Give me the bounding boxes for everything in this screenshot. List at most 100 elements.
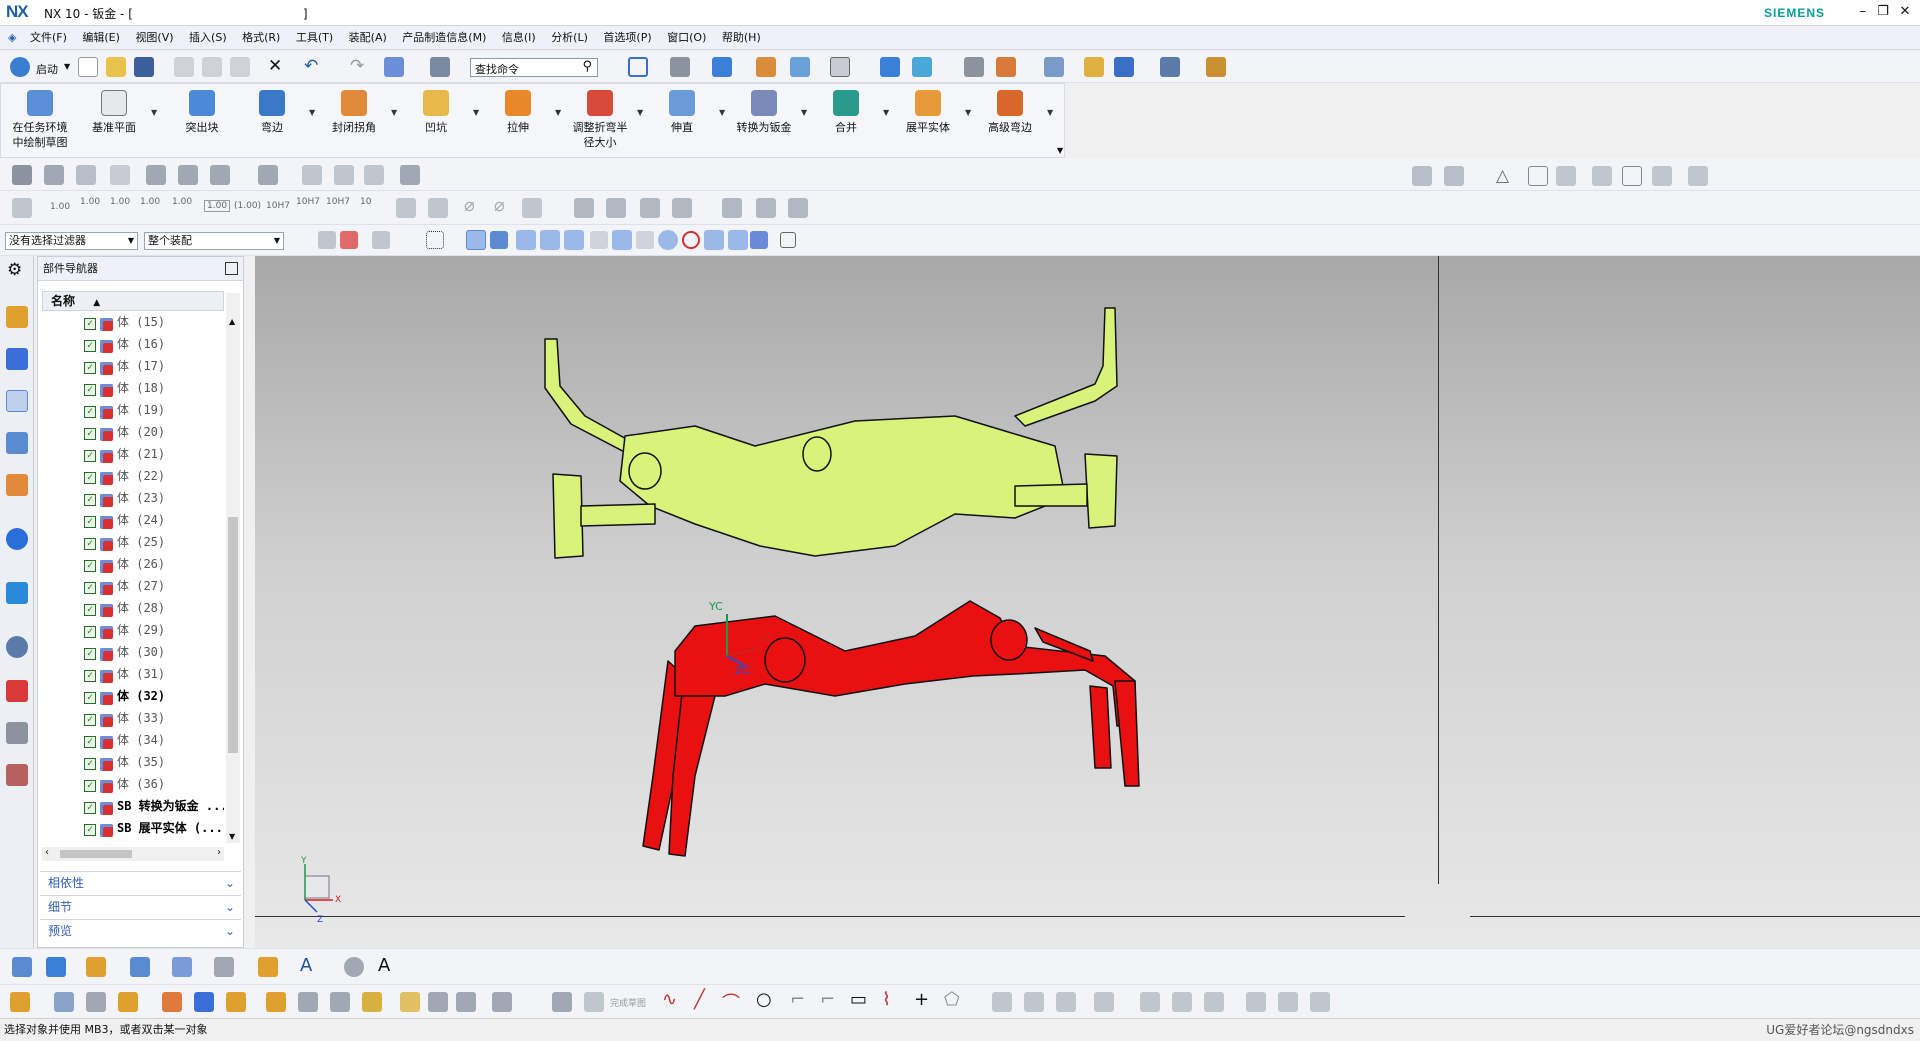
dim-style-icon[interactable]	[12, 198, 32, 218]
snap-poly-icon[interactable]	[612, 230, 632, 250]
extrude-button[interactable]: 拉伸	[483, 90, 553, 156]
line-icon[interactable]: ╱	[694, 989, 705, 1010]
fit-view-icon[interactable]	[628, 57, 648, 77]
add-select-icon[interactable]	[340, 231, 358, 249]
process-studio-icon[interactable]	[6, 722, 28, 744]
list-item[interactable]: ✓ 体 (19)	[42, 401, 224, 423]
clock-icon[interactable]	[6, 636, 28, 658]
advanced-dropdown-icon[interactable]: ▼	[1047, 108, 1053, 117]
cursor-icon[interactable]	[372, 231, 390, 249]
sketch-in-task-button[interactable]: 在任务环境 中绘制草图	[5, 90, 75, 156]
maximize-panel-icon[interactable]	[225, 262, 238, 275]
sketch-tool-icon[interactable]	[10, 992, 30, 1012]
list-item[interactable]: ✓ 体 (15)	[42, 313, 224, 335]
snap-point-icon[interactable]	[750, 231, 768, 249]
constraint-navigator-icon[interactable]	[6, 348, 28, 370]
array-icon[interactable]	[330, 992, 350, 1012]
visibility-checkbox[interactable]: ✓	[84, 648, 96, 660]
scroll-up-icon[interactable]: ▲	[229, 317, 235, 326]
list-item[interactable]: ✓ 体 (33)	[42, 709, 224, 731]
visibility-checkbox[interactable]: ✓	[84, 670, 96, 682]
auto-dimension-icon[interactable]	[1140, 992, 1160, 1012]
visibility-checkbox[interactable]: ✓	[84, 802, 96, 814]
start-dropdown-icon[interactable]: ▼	[64, 62, 70, 71]
extend-icon[interactable]	[1024, 992, 1044, 1012]
grid-icon[interactable]	[1160, 57, 1180, 77]
tolerance-icon[interactable]	[1688, 166, 1708, 186]
body-select-icon[interactable]	[490, 231, 508, 249]
start-button[interactable]: 启动	[36, 61, 58, 77]
text-style-icon[interactable]: A	[300, 955, 312, 976]
delete-icon[interactable]: ✕	[268, 56, 282, 76]
layer-icon[interactable]	[756, 57, 776, 77]
rectangle-icon[interactable]: ▭	[850, 989, 867, 1010]
finish-sketch-flag-icon[interactable]	[584, 992, 604, 1012]
mirror-icon[interactable]	[298, 992, 318, 1012]
visibility-checkbox[interactable]: ✓	[84, 780, 96, 792]
dim-label-11[interactable]: 10	[360, 197, 371, 207]
visibility-checkbox[interactable]: ✓	[84, 582, 96, 594]
corner-dropdown-icon[interactable]: ▼	[391, 108, 397, 117]
new-file-icon[interactable]	[78, 57, 98, 77]
menu-pmi[interactable]: 产品制造信息(M)	[396, 26, 492, 50]
visibility-checkbox[interactable]: ✓	[84, 362, 96, 374]
wcs-icon[interactable]	[880, 57, 900, 77]
details-section[interactable]: 细节 ⌄	[40, 895, 241, 917]
repair-icon[interactable]	[210, 165, 230, 185]
dim-label-8[interactable]: 10H7	[266, 201, 290, 211]
datum-plane-button[interactable]: 基准平面	[79, 90, 149, 156]
table-icon[interactable]	[1528, 166, 1548, 186]
visibility-checkbox[interactable]: ✓	[84, 758, 96, 770]
view-icon[interactable]	[46, 957, 66, 977]
list-item[interactable]: ✓ 体 (24)	[42, 511, 224, 533]
snap-endpoints-icon[interactable]	[516, 230, 536, 250]
snap-tangent-icon[interactable]	[728, 230, 748, 250]
flange-button[interactable]: 弯边	[237, 90, 307, 156]
snap-center-icon[interactable]	[658, 230, 678, 250]
cylinder-icon[interactable]	[302, 165, 322, 185]
measure-icon[interactable]	[1044, 57, 1064, 77]
navigator-hscroll-thumb[interactable]	[60, 850, 132, 858]
graphics-window[interactable]: YC XC ZC Y X Z	[255, 256, 1920, 948]
shape-icon[interactable]	[258, 165, 278, 185]
profile-icon[interactable]: ∿	[662, 989, 677, 1010]
scroll-right-icon[interactable]: ›	[217, 847, 221, 858]
visibility-checkbox[interactable]: ✓	[84, 824, 96, 836]
section-icon[interactable]	[86, 957, 106, 977]
snap-line-icon[interactable]	[540, 230, 560, 250]
snap-quadrant-icon[interactable]	[682, 231, 700, 249]
list-item[interactable]: ✓ 体 (22)	[42, 467, 224, 489]
break-view-icon[interactable]	[214, 957, 234, 977]
arc-icon[interactable]: ⌒	[722, 989, 740, 1015]
advanced-flange-button[interactable]: 高级弯边	[975, 90, 1045, 156]
search-input[interactable]: 查找命令 ⚲	[470, 58, 598, 77]
visibility-checkbox[interactable]: ✓	[84, 318, 96, 330]
angular-icon[interactable]	[1204, 992, 1224, 1012]
close-icon[interactable]: ✕	[1894, 3, 1916, 21]
reuse-library-icon[interactable]	[6, 432, 28, 454]
hide-show-icon[interactable]	[86, 992, 106, 1012]
menu-edit[interactable]: 编辑(E)	[76, 26, 126, 50]
list-item[interactable]: ✓ 体 (27)	[42, 577, 224, 599]
list-item[interactable]: ✓ 体 (20)	[42, 423, 224, 445]
settings-gear-icon[interactable]: ⚙	[7, 260, 22, 280]
assembly-icon[interactable]	[384, 57, 404, 77]
snap-mid-icon[interactable]	[564, 230, 584, 250]
visibility-checkbox[interactable]: ✓	[84, 538, 96, 550]
dim-label-4[interactable]: 1.00	[140, 197, 160, 207]
list-item[interactable]: ✓ 体 (16)	[42, 335, 224, 357]
visibility-checkbox[interactable]: ✓	[84, 384, 96, 396]
bend-dropdown-icon[interactable]: ▼	[637, 108, 643, 117]
reattach-icon[interactable]	[1278, 992, 1298, 1012]
list-item[interactable]: ✓ 体 (18)	[42, 379, 224, 401]
rect-select-icon[interactable]	[426, 231, 444, 249]
convert-to-sheetmetal-button[interactable]: 转换为钣金	[729, 90, 799, 156]
assembly-scope-dropdown[interactable]: 整个装配 ▼	[144, 232, 284, 250]
merge-dropdown-icon[interactable]: ▼	[883, 108, 889, 117]
cube-icon[interactable]	[54, 992, 74, 1012]
sheet-icon[interactable]	[258, 957, 278, 977]
list-item[interactable]: ✓ SB 展平实体 (...	[42, 819, 224, 841]
visibility-checkbox[interactable]: ✓	[84, 428, 96, 440]
stack-icon[interactable]	[76, 165, 96, 185]
fillet-icon[interactable]: ⌐	[790, 989, 805, 1010]
